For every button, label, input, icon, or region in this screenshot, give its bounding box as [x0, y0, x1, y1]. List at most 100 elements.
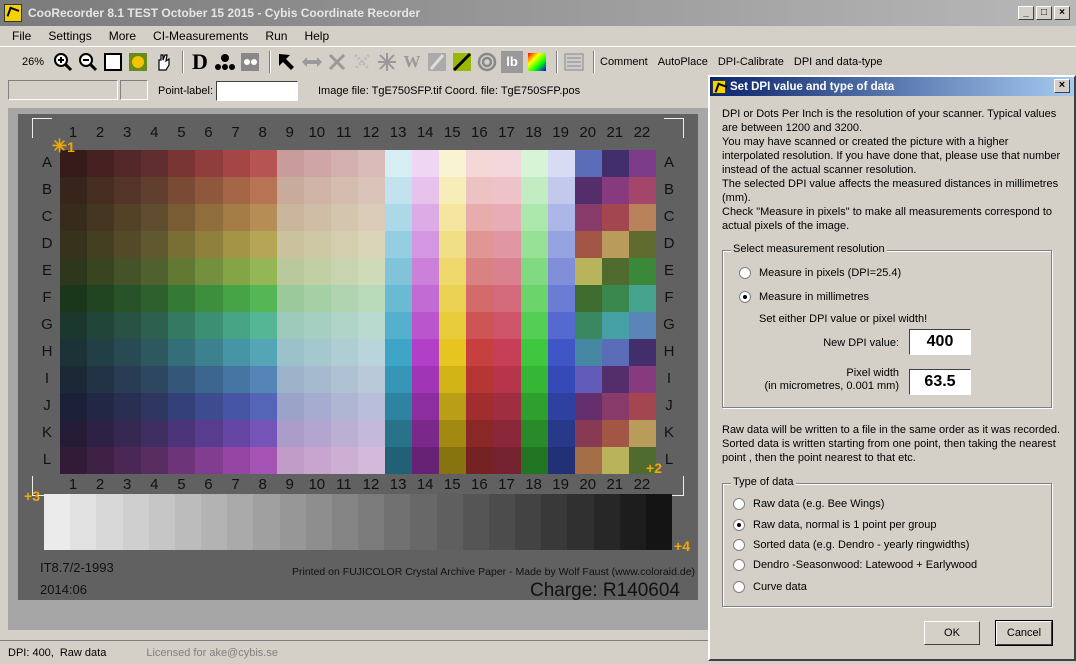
color-patch [141, 285, 169, 312]
radio-measure-mm[interactable]: Measure in millimetres [739, 291, 869, 303]
hand-icon[interactable] [152, 51, 174, 73]
color-patch [628, 393, 656, 420]
window-title: CooRecorder 8.1 TEST October 15 2015 - C… [28, 6, 421, 20]
radio-curve-data[interactable]: Curve data [733, 581, 807, 593]
dpi-data-type-link[interactable]: DPI and data-type [794, 56, 883, 68]
dots-dark-icon[interactable] [239, 51, 261, 73]
color-patch [141, 204, 169, 231]
asterisk-icon[interactable] [376, 51, 398, 73]
double-arrow-icon[interactable] [301, 51, 323, 73]
radio-button[interactable] [733, 559, 745, 571]
close-button[interactable]: × [1054, 6, 1070, 20]
target-icon[interactable] [476, 51, 498, 73]
column-number: 8 [258, 476, 267, 493]
color-patch [330, 420, 358, 447]
intro-paragraph: DPI or Dots Per Inch is the resolution o… [722, 108, 1057, 134]
cancel-button[interactable]: Cancel [995, 620, 1053, 646]
brush-icon[interactable] [426, 51, 448, 73]
color-patch [330, 177, 358, 204]
diagonal-icon[interactable] [451, 51, 473, 73]
color-patch [385, 447, 413, 474]
point-label-input[interactable] [216, 81, 298, 101]
column-number: 11 [336, 124, 352, 141]
color-icon[interactable] [526, 51, 548, 73]
ok-button[interactable]: OK [924, 621, 980, 645]
radio-button[interactable] [733, 539, 745, 551]
notes-icon[interactable] [563, 51, 585, 73]
column-number: 12 [362, 476, 380, 493]
zoom-in-icon[interactable] [52, 51, 74, 73]
radio-seasonwood[interactable]: Dendro -Seasonwood: Latewood + Earlywood [733, 559, 977, 571]
column-number: 14 [416, 124, 434, 141]
color-patch [276, 258, 304, 285]
dpi-input[interactable]: 400 [909, 329, 971, 355]
arrow-icon[interactable] [276, 51, 298, 73]
row-letter: H [41, 343, 53, 360]
menu-help[interactable]: Help [304, 29, 329, 43]
dpi-calibrate-link[interactable]: DPI-Calibrate [718, 56, 784, 68]
pixel-width-input[interactable]: 63.5 [909, 369, 971, 395]
marker-1[interactable]: ✳1 [52, 136, 75, 157]
menu-settings[interactable]: Settings [48, 29, 91, 43]
chart-charge: Charge: R140604 [530, 580, 680, 601]
color-patch [412, 285, 440, 312]
zoom-out-icon[interactable] [77, 51, 99, 73]
grid-icon[interactable] [127, 51, 149, 73]
comment-link[interactable]: Comment [600, 56, 648, 68]
radio-raw-bee-wings[interactable]: Raw data (e.g. Bee Wings) [733, 498, 884, 510]
lb-icon[interactable]: lb [501, 50, 523, 73]
w-icon[interactable]: W [401, 51, 423, 73]
marker-3[interactable]: +3 [24, 488, 40, 504]
color-patch [276, 339, 304, 366]
color-patch [195, 285, 223, 312]
grey-step [462, 494, 489, 550]
minimize-button[interactable]: _ [1018, 6, 1034, 20]
square-icon[interactable] [102, 51, 124, 73]
chart-year: 2014:06 [40, 582, 87, 597]
menu-more[interactable]: More [109, 29, 136, 43]
color-patch [276, 231, 304, 258]
dots-icon[interactable] [214, 51, 236, 73]
resolution-group: Select measurement resolution Measure in… [722, 243, 1052, 408]
color-patch [114, 258, 142, 285]
pixel-width-unit-label: (in micrometres, 0.001 mm) [764, 380, 899, 392]
row-letter: E [41, 262, 52, 279]
row-letter: L [42, 451, 52, 468]
color-patch [358, 312, 386, 339]
radio-measure-pixels[interactable]: Measure in pixels (DPI=25.4) [739, 267, 901, 279]
color-patch [330, 204, 358, 231]
color-patch [222, 231, 250, 258]
image-view[interactable]: 1 2 3 4 5 6 7 8 9 10 11 12 13 14 15 16 17 18 19 20 21 22 1234… [8, 108, 708, 630]
menu-file[interactable]: File [12, 29, 31, 43]
color-patch [168, 177, 196, 204]
x-icon[interactable] [326, 51, 348, 73]
radio-button[interactable] [739, 291, 751, 303]
color-patch [195, 447, 223, 474]
dialog-close-button[interactable]: × [1054, 79, 1070, 93]
radio-button[interactable] [733, 519, 745, 531]
radio-button[interactable] [733, 498, 745, 510]
color-patch [601, 339, 629, 366]
color-patch [114, 231, 142, 258]
radio-raw-normal[interactable]: Raw data, normal is 1 point per group [733, 519, 936, 531]
color-patch [574, 339, 602, 366]
menu-ci-measurements[interactable]: CI-Measurements [153, 29, 248, 43]
color-patch [601, 285, 629, 312]
color-patch [601, 366, 629, 393]
column-number: 19 [552, 476, 569, 493]
column-number: 4 [150, 476, 159, 493]
maximize-button[interactable]: □ [1036, 6, 1052, 20]
radio-sorted-dendro[interactable]: Sorted data (e.g. Dendro - yearly ringwi… [733, 539, 969, 551]
color-patch [330, 231, 358, 258]
menu-run[interactable]: Run [265, 29, 287, 43]
color-patch [520, 312, 548, 339]
radio-button[interactable] [733, 581, 745, 593]
autoplace-link[interactable]: AutoPlace [658, 56, 708, 68]
color-patch [493, 204, 521, 231]
radio-button[interactable] [739, 267, 751, 279]
marker-2[interactable]: +2 [646, 460, 662, 476]
marker-4[interactable]: +4 [674, 538, 690, 554]
d-icon[interactable]: D [189, 49, 211, 74]
color-patch [303, 420, 331, 447]
x-dotted-icon[interactable] [351, 51, 373, 73]
